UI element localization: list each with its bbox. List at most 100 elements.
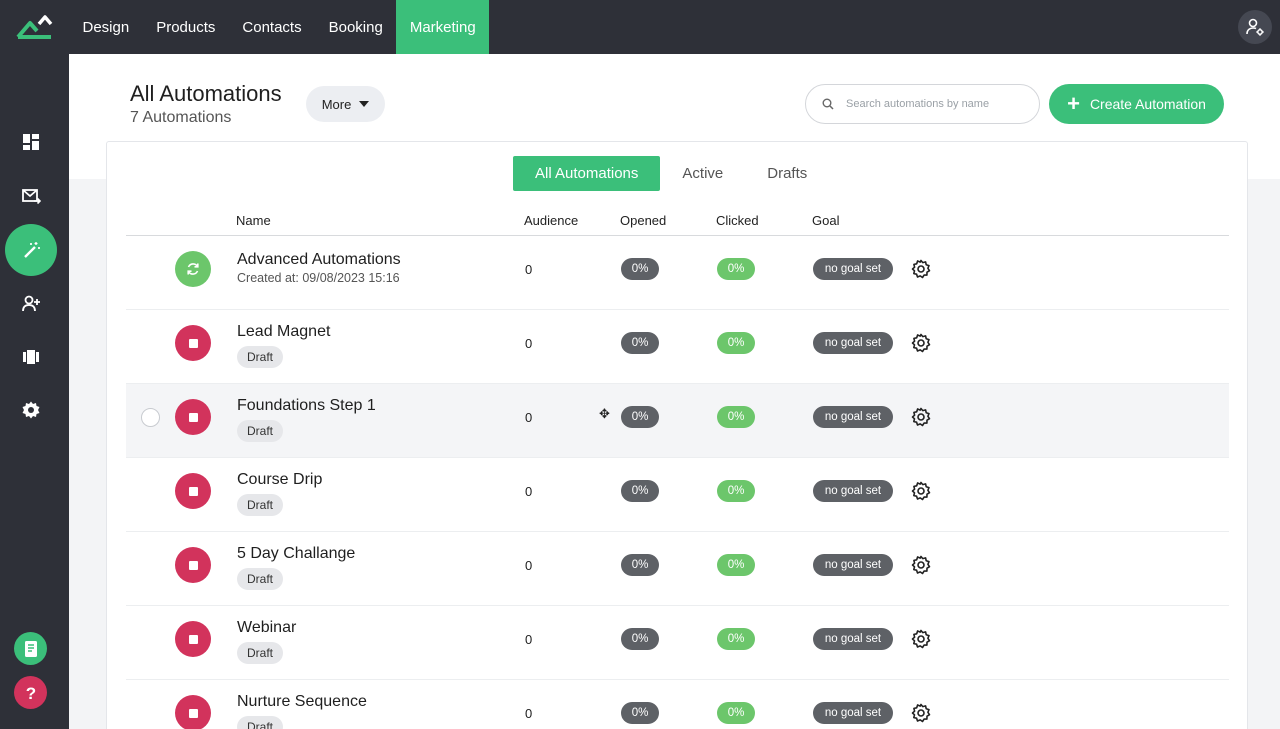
page-title: All Automations — [130, 81, 282, 106]
stop-icon — [188, 338, 198, 348]
goal-pill: no goal set — [813, 480, 893, 502]
filter-tabs: All Automations Active Drafts — [513, 156, 829, 191]
status-stopped-button[interactable] — [175, 695, 211, 729]
nav-design[interactable]: Design — [69, 0, 143, 54]
sidebar-item-user-plus[interactable] — [5, 278, 57, 330]
automation-name[interactable]: Advanced Automations — [237, 251, 401, 269]
opened-rate-pill: 0% — [621, 332, 659, 354]
tab-active[interactable]: Active — [660, 156, 745, 191]
search-box[interactable] — [805, 84, 1040, 124]
column-goal: Goal — [812, 213, 840, 228]
status-badge: Draft — [237, 642, 284, 664]
row-settings-button[interactable] — [910, 702, 932, 724]
gear-icon — [911, 407, 931, 427]
opened-rate-pill: 0% — [621, 554, 659, 576]
main-content: All Automations 7 Automations More + Cre… — [69, 54, 1280, 729]
move-cursor-icon: ✥ — [599, 406, 610, 421]
row-settings-button[interactable] — [910, 406, 932, 428]
table-row[interactable]: Course Drip Draft 0 0% 0% no goal set — [126, 458, 1229, 532]
user-gear-icon — [1246, 18, 1264, 36]
automation-name[interactable]: Course Drip — [237, 471, 322, 489]
goal-pill: no goal set — [813, 332, 893, 354]
opened-rate-pill: 0% — [621, 258, 659, 280]
user-settings-button[interactable] — [1238, 10, 1272, 44]
sidebar: ? — [0, 54, 69, 729]
table-row[interactable]: 5 Day Challange Draft 0 0% 0% no goal set — [126, 532, 1229, 606]
create-automation-button[interactable]: + Create Automation — [1049, 84, 1224, 124]
table-row[interactable]: ✥ Foundations Step 1 Draft 0 0% 0% no goal set — [126, 384, 1229, 458]
opened-rate-pill: 0% — [621, 480, 659, 502]
status-stopped-button[interactable] — [175, 399, 211, 435]
clicked-rate-pill: 0% — [717, 480, 755, 502]
audience-count: 0 — [525, 484, 533, 499]
goal-pill: no goal set — [813, 406, 893, 428]
status-badge: Draft — [237, 716, 284, 729]
mail-send-icon — [22, 189, 41, 205]
logo-icon — [15, 15, 52, 39]
table-row[interactable]: Lead Magnet Draft 0 0% 0% no goal set — [126, 310, 1229, 384]
status-badge: Draft — [237, 494, 284, 516]
automation-name[interactable]: Foundations Step 1 — [237, 397, 376, 415]
top-navbar: Design Products Contacts Booking Marketing — [0, 0, 1280, 54]
svg-text:?: ? — [25, 684, 35, 703]
automations-card: All Automations Active Drafts Name Audienc… — [106, 141, 1248, 729]
automation-name[interactable]: Nurture Sequence — [237, 693, 367, 711]
table-row[interactable]: Webinar Draft 0 0% 0% no goal set — [126, 606, 1229, 680]
status-stopped-button[interactable] — [175, 325, 211, 361]
column-clicked: Clicked — [716, 213, 759, 228]
sidebar-item-ticket[interactable] — [5, 331, 57, 383]
sidebar-item-magic-wand[interactable] — [5, 224, 57, 276]
status-stopped-button[interactable] — [175, 621, 211, 657]
search-input[interactable] — [846, 98, 1016, 110]
goal-pill: no goal set — [813, 702, 893, 724]
row-settings-button[interactable] — [910, 554, 932, 576]
tab-drafts[interactable]: Drafts — [745, 156, 829, 191]
tab-all-automations[interactable]: All Automations — [513, 156, 661, 191]
sidebar-book-button[interactable] — [14, 632, 47, 665]
create-automation-label: Create Automation — [1089, 96, 1206, 112]
automation-count: 7 Automations — [130, 109, 232, 126]
automation-name[interactable]: 5 Day Challange — [237, 545, 355, 563]
status-stopped-button[interactable] — [175, 547, 211, 583]
gear-icon — [911, 555, 931, 575]
dashboard-icon — [23, 134, 39, 150]
automation-name[interactable]: Webinar — [237, 619, 296, 637]
row-settings-button[interactable] — [910, 480, 932, 502]
more-label: More — [321, 96, 352, 112]
more-dropdown-button[interactable]: More — [306, 86, 385, 122]
automation-name[interactable]: Lead Magnet — [237, 323, 330, 341]
gear-icon — [911, 703, 931, 723]
audience-count: 0 — [525, 262, 533, 277]
sidebar-help-button[interactable]: ? — [14, 676, 47, 709]
sidebar-item-gear[interactable] — [5, 384, 57, 436]
table-row[interactable]: Advanced Automations Created at: 09/08/20… — [126, 236, 1229, 310]
row-settings-button[interactable] — [910, 628, 932, 650]
goal-pill: no goal set — [813, 258, 893, 280]
user-plus-icon — [22, 295, 40, 312]
opened-rate-pill: 0% — [621, 628, 659, 650]
gear-icon — [22, 401, 40, 419]
row-select-radio[interactable] — [141, 408, 160, 427]
status-badge: Draft — [237, 568, 284, 590]
goal-pill: no goal set — [813, 628, 893, 650]
nav-booking[interactable]: Booking — [315, 0, 396, 54]
plus-icon: + — [1067, 91, 1080, 116]
status-stopped-button[interactable] — [175, 473, 211, 509]
row-settings-button[interactable] — [910, 332, 932, 354]
nav-products[interactable]: Products — [143, 0, 229, 54]
help-icon: ? — [25, 684, 35, 703]
row-settings-button[interactable] — [910, 258, 932, 280]
stop-icon — [188, 560, 198, 570]
nav-marketing[interactable]: Marketing — [396, 0, 490, 54]
nav-contacts[interactable]: Contacts — [229, 0, 315, 54]
sidebar-item-mail-send[interactable] — [5, 170, 57, 222]
audience-count: 0 — [525, 632, 533, 647]
sidebar-item-dashboard[interactable] — [5, 116, 57, 168]
clicked-rate-pill: 0% — [717, 554, 755, 576]
table-row[interactable]: Nurture Sequence Draft 0 0% 0% no goal set — [126, 680, 1229, 729]
audience-count: 0 — [525, 336, 533, 351]
status-active-button[interactable] — [175, 251, 211, 287]
search-icon — [822, 98, 834, 110]
app-logo[interactable] — [0, 0, 69, 54]
goal-pill: no goal set — [813, 554, 893, 576]
